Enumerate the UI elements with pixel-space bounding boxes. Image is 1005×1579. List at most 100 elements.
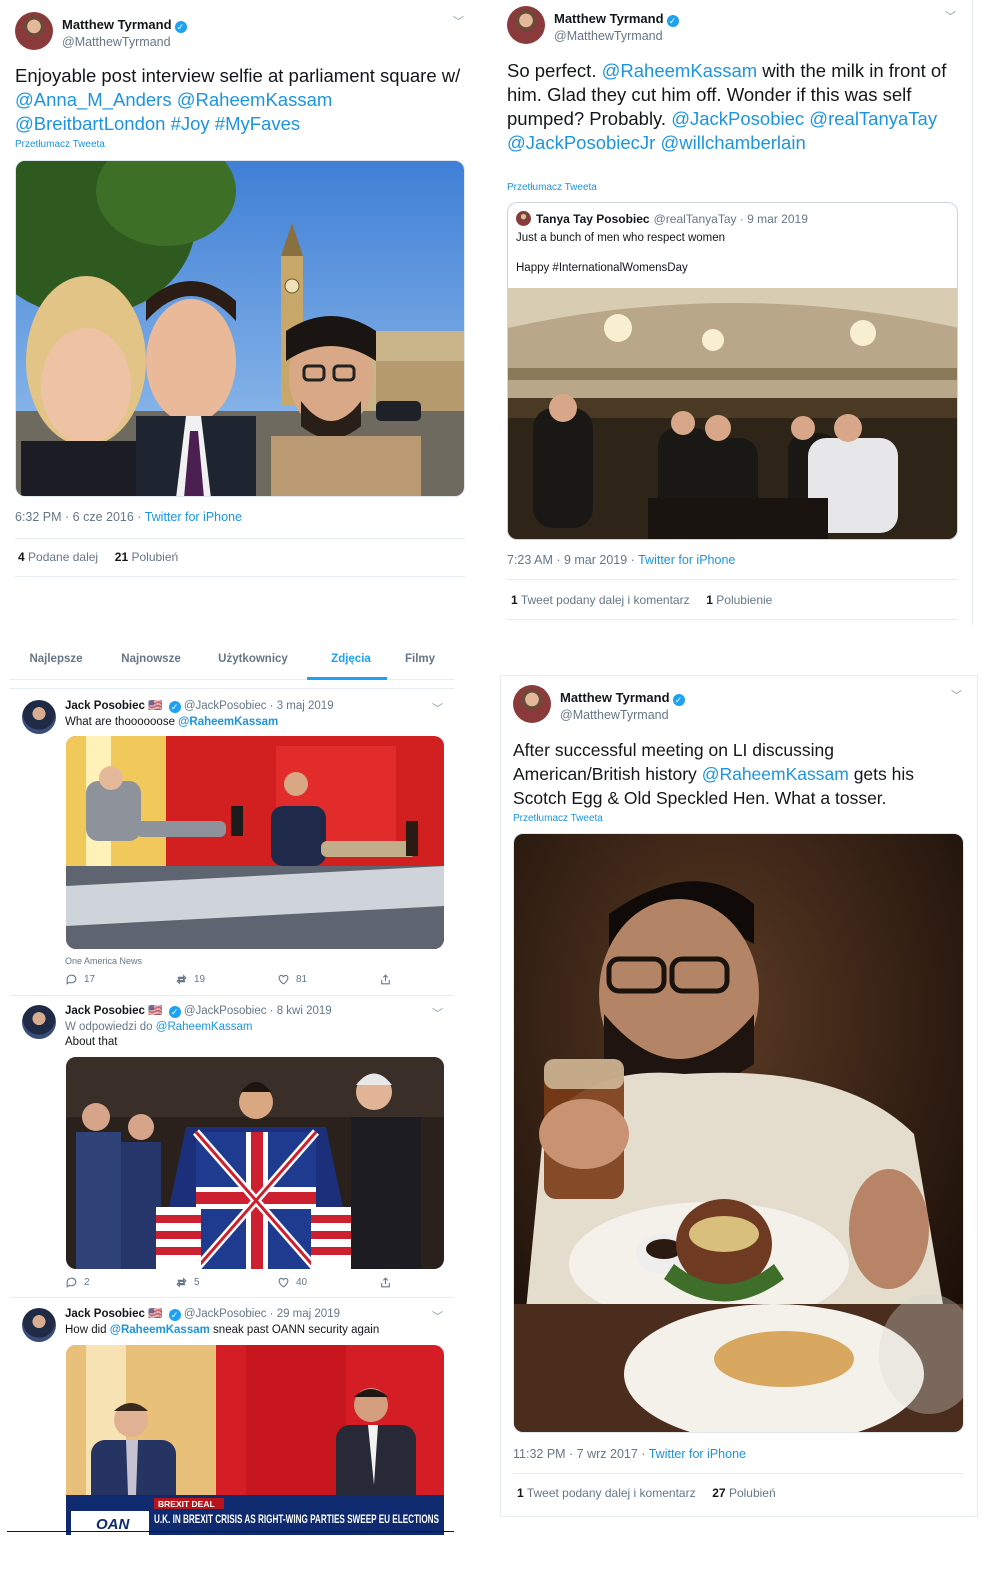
avatar[interactable]	[22, 700, 56, 734]
time-text[interactable]: 6:32 PM · 6 cze 2016 ·	[15, 510, 145, 524]
tweet-photo[interactable]: BREXIT DEAL OAN U.K. IN BREXIT CRISIS AS…	[66, 1345, 444, 1535]
chevron-down-icon[interactable]: ﹀	[432, 1005, 443, 1021]
mention-link[interactable]: @realTanyaTay	[809, 108, 937, 129]
feed-tweet[interactable]: Jack Posobiec 🇺🇸 ✓ @JackPosobiec · 29 ma…	[10, 1300, 454, 1535]
likes-label[interactable]: Polubień	[131, 550, 178, 564]
retweets-count[interactable]: 1	[511, 593, 518, 607]
tweet-photo[interactable]	[66, 1057, 444, 1269]
tweet-header: Matthew Tyrmand ✓ @MatthewTyrmand	[513, 685, 685, 724]
retweets-label[interactable]: Podane dalej	[28, 550, 98, 564]
share-button[interactable]	[379, 973, 392, 986]
reply-button[interactable]: 2	[65, 1276, 90, 1289]
mention-link[interactable]: @RaheemKassam	[178, 716, 278, 728]
feed-tweet[interactable]: Jack Posobiec 🇺🇸 ✓ @JackPosobiec · 3 maj…	[10, 690, 454, 996]
chevron-down-icon[interactable]: ﹀	[432, 700, 443, 716]
translate-link[interactable]: Przetłumacz Tweeta	[513, 813, 603, 824]
quote-photo-illustration[interactable]	[508, 288, 958, 540]
share-button[interactable]	[379, 1276, 392, 1289]
like-button[interactable]: 81	[277, 973, 307, 986]
handle[interactable]: @MatthewTyrmand	[560, 708, 685, 724]
mention-link[interactable]: @BreitbartLondon	[15, 113, 165, 134]
mention-link[interactable]: @RaheemKassam	[177, 89, 333, 110]
tweet-photo[interactable]	[15, 160, 465, 497]
display-name[interactable]: Matthew Tyrmand	[554, 11, 664, 26]
tweet-text: Enjoyable post interview selfie at parli…	[15, 64, 470, 136]
handle-date[interactable]: @JackPosobiec · 29 maj 2019	[184, 1308, 340, 1320]
avatar[interactable]	[22, 1005, 56, 1039]
display-name[interactable]: Jack Posobiec	[65, 1005, 145, 1017]
tweet-photo[interactable]	[513, 833, 964, 1433]
avatar[interactable]	[507, 6, 545, 44]
panel-bottom-border	[7, 1531, 454, 1532]
retweets-count[interactable]: 1	[517, 1486, 524, 1500]
retweets-label[interactable]: Tweet podany dalej i komentarz	[527, 1486, 696, 1500]
likes-label[interactable]: Polubień	[729, 1486, 776, 1500]
retweets-label[interactable]: Tweet podany dalej i komentarz	[521, 593, 690, 607]
tab-zdjecia[interactable]: Zdjęcia	[316, 653, 386, 665]
tab-najnowsze[interactable]: Najnowsze	[113, 653, 189, 665]
tweet-text: What are thoooooose @RaheemKassam	[65, 715, 278, 730]
chevron-down-icon[interactable]: ﹀	[945, 8, 956, 24]
feed-tweet[interactable]: Jack Posobiec 🇺🇸 ✓ @JackPosobiec · 8 kwi…	[10, 997, 454, 1298]
like-button[interactable]: 40	[277, 1276, 307, 1289]
handle-date[interactable]: @JackPosobiec · 8 kwi 2019	[184, 1005, 332, 1017]
translate-link[interactable]: Przetłumacz Tweeta	[15, 139, 105, 150]
avatar[interactable]	[15, 12, 53, 50]
tweet-header: Jack Posobiec 🇺🇸 ✓ @JackPosobiec · 8 kwi…	[65, 1004, 332, 1020]
mention-link[interactable]: @Anna_M_Anders	[15, 89, 172, 110]
reply-button[interactable]: 17	[65, 973, 95, 986]
likes-count[interactable]: 1	[706, 593, 713, 607]
likes-count[interactable]: 27	[712, 1486, 725, 1500]
tweet-header: Jack Posobiec 🇺🇸 ✓ @JackPosobiec · 29 ma…	[65, 1307, 340, 1323]
avatar[interactable]	[513, 685, 551, 723]
tweet-header: Matthew Tyrmand ✓ @MatthewTyrmand	[507, 6, 679, 45]
tab-najlepsze[interactable]: Najlepsze	[22, 653, 90, 665]
selfie-photo-illustration	[16, 161, 464, 496]
hashtag-link[interactable]: #MyFaves	[215, 113, 300, 134]
retweet-button[interactable]: 19	[175, 973, 205, 986]
tweet-panel-selfie: Matthew Tyrmand ✓ @MatthewTyrmand ﹀ Enjoy…	[0, 0, 480, 590]
quote-handle-date[interactable]: @realTanyaTay · 9 mar 2019	[654, 212, 808, 226]
likes-count[interactable]: 21	[115, 550, 128, 564]
display-name[interactable]: Jack Posobiec	[65, 1308, 145, 1320]
tweet-photo[interactable]	[66, 736, 444, 949]
retweet-button[interactable]: 5	[175, 1276, 200, 1289]
chevron-down-icon[interactable]: ﹀	[951, 687, 962, 703]
source-link[interactable]: Twitter for iPhone	[145, 510, 242, 524]
display-name[interactable]: Jack Posobiec	[65, 700, 145, 712]
chevron-down-icon[interactable]: ﹀	[432, 1308, 443, 1324]
quote-avatar[interactable]	[516, 211, 531, 226]
quote-display-name[interactable]: Tanya Tay Posobiec	[536, 212, 650, 226]
chevron-down-icon[interactable]: ﹀	[453, 13, 464, 29]
source-link[interactable]: Twitter for iPhone	[649, 1447, 746, 1461]
display-name[interactable]: Matthew Tyrmand	[62, 17, 172, 32]
tweet-timestamp: 7:23 AM · 9 mar 2019 · Twitter for iPhon…	[507, 553, 735, 567]
time-text[interactable]: 11:32 PM · 7 wrz 2017 ·	[513, 1447, 649, 1461]
source-link[interactable]: Twitter for iPhone	[638, 553, 735, 567]
mention-link[interactable]: @JackPosobiecJr	[507, 132, 655, 153]
handle[interactable]: @MatthewTyrmand	[62, 35, 187, 51]
tab-filmy[interactable]: Filmy	[400, 653, 440, 665]
tweet-header: Jack Posobiec 🇺🇸 ✓ @JackPosobiec · 3 maj…	[65, 699, 334, 715]
mention-link[interactable]: @RaheemKassam	[156, 1021, 253, 1033]
mention-link[interactable]: @JackPosobiec	[671, 108, 804, 129]
time-text[interactable]: 7:23 AM · 9 mar 2019 ·	[507, 553, 638, 567]
mention-link[interactable]: @willchamberlain	[660, 132, 805, 153]
handle[interactable]: @MatthewTyrmand	[554, 29, 679, 45]
mention-link[interactable]: @RaheemKassam	[110, 1324, 210, 1336]
text-fragment: What are thoooooose	[65, 716, 175, 728]
chyron-top-text: BREXIT DEAL	[158, 1499, 215, 1509]
tweet-header: Matthew Tyrmand ✓ @MatthewTyrmand	[15, 12, 187, 51]
tab-uzytkownicy[interactable]: Użytkownicy	[210, 653, 296, 665]
translate-link[interactable]: Przetłumacz Tweeta	[507, 182, 597, 193]
likes-label[interactable]: Polubienie	[716, 593, 772, 607]
mention-link[interactable]: @RaheemKassam	[702, 764, 849, 784]
avatar[interactable]	[22, 1308, 56, 1342]
display-name[interactable]: Matthew Tyrmand	[560, 690, 670, 705]
handle-date[interactable]: @JackPosobiec · 3 maj 2019	[184, 700, 334, 712]
quoted-tweet[interactable]: Tanya Tay Posobiec @realTanyaTay · 9 mar…	[507, 202, 958, 540]
mention-link[interactable]: @RaheemKassam	[602, 60, 758, 81]
hashtag-link[interactable]: #Joy	[171, 113, 210, 134]
retweets-count[interactable]: 4	[18, 550, 25, 564]
tweet-panel-milk: Matthew Tyrmand ✓ @MatthewTyrmand ﹀ So pe…	[495, 0, 973, 625]
